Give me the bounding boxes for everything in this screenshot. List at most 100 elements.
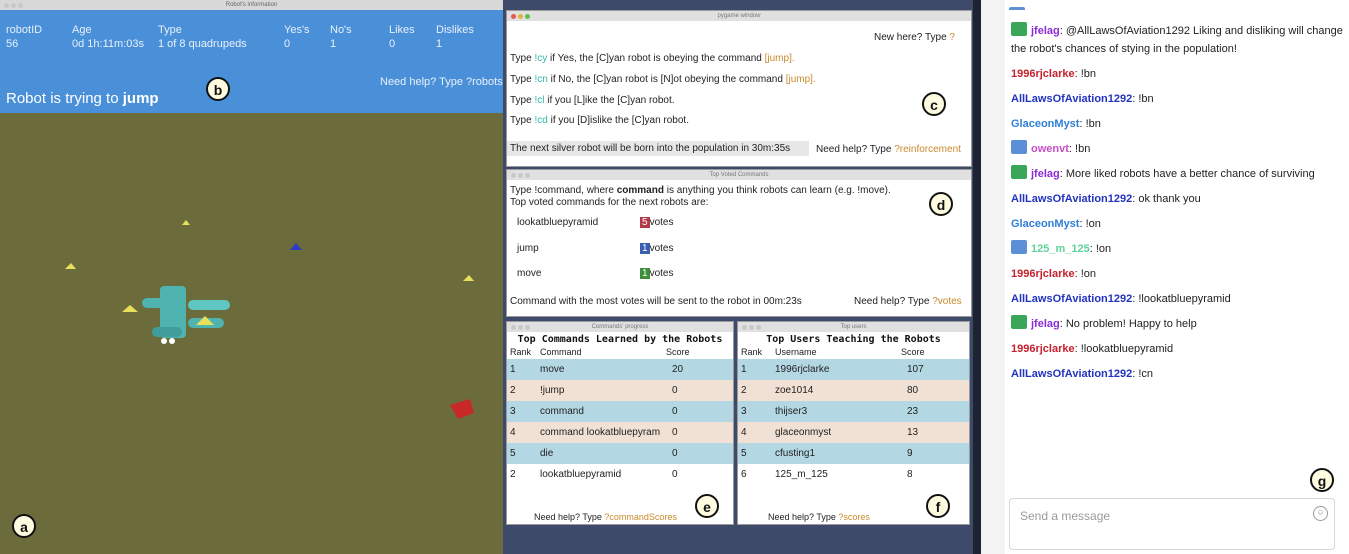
help-cmd: ?scores bbox=[838, 512, 870, 522]
cell-score: 8 bbox=[907, 469, 913, 480]
chat-username[interactable]: AllLawsOfAviation1292 bbox=[1011, 93, 1132, 105]
chat-username[interactable]: 1996rjclarke bbox=[1011, 268, 1075, 280]
header-yes: Yes's bbox=[284, 24, 310, 36]
game-titlebar: Robot's information bbox=[0, 0, 503, 10]
chat-username[interactable]: jfelag bbox=[1031, 25, 1060, 37]
chat-text: !on bbox=[1085, 218, 1101, 230]
help-label: Need help? Type bbox=[854, 296, 930, 307]
cmd-cy: !cy bbox=[534, 53, 548, 64]
votes-intro: Type !command, where command is anything… bbox=[510, 185, 891, 196]
emoji-icon[interactable]: ☺ bbox=[1313, 506, 1328, 521]
chat-username[interactable]: GlaceonMyst bbox=[1011, 118, 1079, 130]
cell-username: glaceonmyst bbox=[775, 427, 832, 438]
commands-table: 1 move 20 2 !jump 0 3 command 0 4 command looka… bbox=[507, 359, 733, 485]
verified-check-icon bbox=[1011, 22, 1027, 36]
header-age: Age bbox=[72, 24, 92, 36]
chat-text: !bn bbox=[1138, 93, 1154, 105]
crown-icon bbox=[1009, 7, 1025, 10]
send-message-placeholder: Send a message bbox=[1020, 509, 1111, 523]
chat-username[interactable]: 125_m_125 bbox=[1031, 243, 1090, 255]
chat-username[interactable]: 1996rjclarke bbox=[1011, 343, 1075, 355]
status-prefix: Robot is trying to bbox=[6, 90, 119, 107]
table-row: 1 move 20 bbox=[507, 359, 733, 380]
chat-username[interactable]: 1996rjclarke bbox=[1011, 68, 1075, 80]
users-table: 1 1996rjclarke 107 2 zoe1014 80 3 thijser3 23 … bbox=[738, 359, 969, 485]
col-score: Score bbox=[666, 347, 690, 357]
vote-badge: 1 bbox=[640, 268, 650, 279]
verified-check-icon bbox=[1011, 165, 1027, 179]
window-controls[interactable] bbox=[511, 324, 532, 334]
chat-username[interactable]: AllLawsOfAviation1292 bbox=[1011, 293, 1132, 305]
chat-message: jfelag: @AllLawsOfAviation1292 Liking an… bbox=[1011, 22, 1345, 58]
robot-status: Robot is trying to jump bbox=[6, 90, 159, 107]
chat-message: jfelag: More liked robots have a better … bbox=[1011, 165, 1345, 183]
cell-score: 13 bbox=[907, 427, 919, 438]
chat-panel: jfelag: @AllLawsOfAviation1292 Liking an… bbox=[981, 0, 1349, 554]
window-controls[interactable] bbox=[511, 172, 532, 182]
feedback-line-dislike: Type !cd if you [D]islike the [C]yan rob… bbox=[510, 115, 689, 126]
cell-rank: 5 bbox=[741, 448, 747, 459]
line-text: if No, the [C]yan robot is [N]ot obeying… bbox=[550, 74, 783, 85]
new-here-cmd: ? bbox=[949, 32, 955, 43]
chat-text: !lookatbluepyramid bbox=[1080, 343, 1174, 355]
cell-command: !jump bbox=[540, 385, 565, 396]
cmd-cl: !cl bbox=[534, 95, 545, 106]
vote-badge: 1 bbox=[640, 243, 650, 254]
callout-b: b bbox=[206, 77, 230, 101]
callout-e: e bbox=[695, 494, 719, 518]
window-controls[interactable] bbox=[742, 324, 763, 334]
users-window: Top users Top Users Teaching the Robots … bbox=[737, 321, 970, 525]
cell-score: 0 bbox=[672, 469, 678, 480]
chat-text: !bn bbox=[1085, 118, 1101, 130]
chat-username[interactable]: jfelag bbox=[1031, 168, 1060, 180]
chat-text: No problem! Happy to help bbox=[1065, 318, 1197, 330]
cell-username: 125_m_125 bbox=[775, 469, 828, 480]
intro-bold: command bbox=[616, 185, 664, 196]
header-type: Type bbox=[158, 24, 182, 36]
cmd-cd: !cd bbox=[534, 115, 548, 126]
header-likes: Likes bbox=[389, 24, 415, 36]
cell-rank: 3 bbox=[510, 406, 516, 417]
type-word: Type bbox=[510, 53, 532, 64]
help-label: Need help? Type bbox=[816, 144, 892, 155]
commands-titlebar: Commands' progress bbox=[507, 322, 733, 332]
value-yes: 0 bbox=[284, 38, 291, 50]
intro-post: is anything you think robots can learn (… bbox=[666, 185, 891, 196]
line-arg: [jump]. bbox=[764, 53, 795, 64]
window-controls[interactable] bbox=[511, 13, 532, 23]
chat-message: jfelag: No problem! Happy to help bbox=[1011, 315, 1345, 333]
cell-username: zoe1014 bbox=[775, 385, 814, 396]
feedback-titlebar: pygame window bbox=[507, 11, 971, 21]
chat-message: GlaceonMyst: !bn bbox=[1011, 118, 1101, 130]
chat-username[interactable]: owenvt bbox=[1031, 143, 1069, 155]
cell-score: 20 bbox=[672, 364, 684, 375]
commands-window-title: Commands' progress bbox=[591, 324, 649, 330]
help-label: Need help? Type bbox=[768, 512, 836, 522]
line-text: if you [L]ike the [C]yan robot. bbox=[547, 95, 675, 106]
chat-username[interactable]: AllLawsOfAviation1292 bbox=[1011, 193, 1132, 205]
cell-score: 107 bbox=[907, 364, 924, 375]
callout-f: f bbox=[926, 494, 950, 518]
chat-username[interactable]: jfelag bbox=[1031, 318, 1060, 330]
crown-icon bbox=[1011, 240, 1027, 254]
cell-command: move bbox=[540, 364, 565, 375]
robot-info-panel: robotID Age Type Yes's No's Likes Dislik… bbox=[0, 10, 503, 113]
intro-pre: Type !command, where bbox=[510, 185, 614, 196]
votes-window-title: Top Voted Commands bbox=[709, 172, 769, 178]
header-robotid: robotID bbox=[6, 24, 43, 36]
chat-message: AllLawsOfAviation1292: !bn bbox=[1011, 93, 1154, 105]
cell-score: 0 bbox=[672, 406, 678, 417]
cmd-cn: !cn bbox=[534, 74, 548, 85]
votes-help: Need help? Type ?votes bbox=[854, 296, 962, 307]
command-scores-help: Need help? Type ?commandScores bbox=[534, 512, 677, 522]
scores-help: Need help? Type ?scores bbox=[768, 512, 870, 522]
cell-command: command bbox=[540, 406, 584, 417]
chat-text: !on bbox=[1080, 268, 1097, 280]
chat-username[interactable]: GlaceonMyst bbox=[1011, 218, 1079, 230]
send-message-input[interactable]: Send a message ☺ bbox=[1009, 498, 1335, 550]
col-username: Username bbox=[775, 347, 817, 357]
table-row: 3 command 0 bbox=[507, 401, 733, 422]
header-dislikes: Dislikes bbox=[436, 24, 474, 36]
chat-username[interactable]: AllLawsOfAviation1292 bbox=[1011, 368, 1132, 380]
cell-rank: 1 bbox=[510, 364, 516, 375]
